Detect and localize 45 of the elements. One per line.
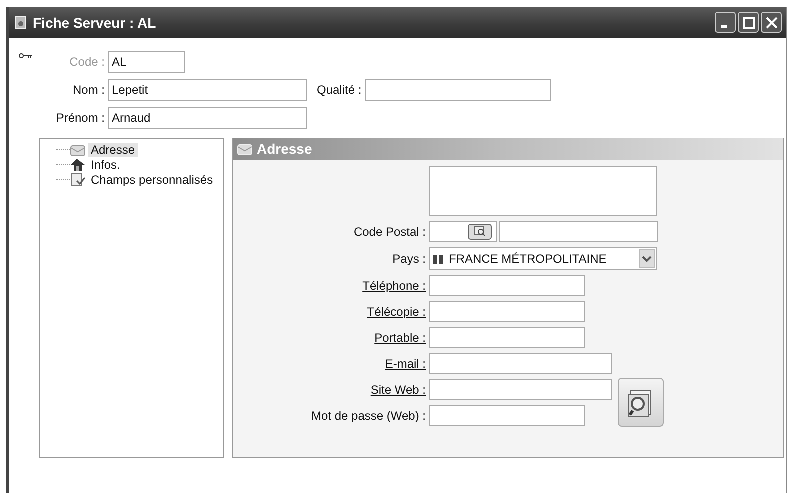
field-label: Qualité : (317, 82, 363, 96)
input-field[interactable]: Arnaud (108, 106, 307, 128)
lookup-button[interactable] (468, 224, 492, 240)
input-field[interactable] (429, 379, 612, 400)
input-field[interactable] (429, 327, 585, 348)
field-link[interactable]: E-mail : (233, 356, 429, 370)
close-icon (764, 16, 778, 30)
document-check-icon (70, 172, 86, 186)
maximize-button[interactable] (738, 12, 759, 33)
city-field[interactable] (499, 221, 658, 242)
field-label: Code : (68, 54, 106, 68)
input-field[interactable] (429, 405, 585, 426)
envelope-icon (237, 142, 253, 156)
input-field[interactable] (429, 353, 612, 374)
window-title: Fiche Serveur : AL (33, 14, 158, 30)
input-field[interactable] (429, 275, 585, 296)
panel-title: Adresse (257, 141, 312, 157)
maximize-icon (742, 16, 756, 30)
tree-item[interactable]: Infos. (88, 158, 124, 172)
address-field[interactable] (429, 166, 657, 216)
field-link[interactable]: Télécopie : (233, 304, 429, 318)
field-link[interactable]: Portable : (233, 330, 429, 344)
document-icon (15, 16, 27, 30)
field-label: Pays : (392, 252, 427, 266)
country-dropdown[interactable]: FRANCE MÉTROPOLITAINE (429, 247, 657, 270)
key-icon (19, 53, 33, 59)
minimize-icon (720, 25, 726, 28)
input-field[interactable] (364, 78, 551, 100)
house-icon (70, 158, 86, 172)
field-link[interactable]: Téléphone : (233, 278, 429, 292)
field-label: Mot de passe (Web) : (310, 408, 427, 422)
close-button[interactable] (761, 12, 782, 33)
flag-icon (432, 254, 446, 264)
input-field[interactable]: Lepetit (108, 78, 307, 100)
tree-item[interactable]: Champs personnalisés (88, 172, 216, 186)
input-field[interactable] (429, 301, 585, 322)
postal-code-field[interactable] (429, 221, 497, 242)
web-search-button[interactable] (618, 378, 664, 427)
minimize-button[interactable] (715, 12, 736, 33)
search-icon (473, 226, 487, 237)
field-link[interactable]: Site Web : (233, 382, 429, 396)
tree-item[interactable]: Adresse (88, 142, 138, 156)
field-label: Prénom : (55, 110, 106, 124)
field-label: Code Postal : (352, 224, 427, 238)
field-label: Nom : (72, 82, 106, 96)
